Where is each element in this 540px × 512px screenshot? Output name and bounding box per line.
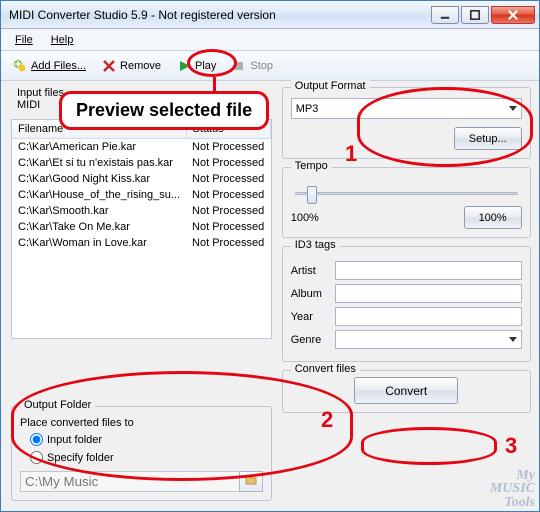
chevron-down-icon [509, 337, 517, 343]
format-select[interactable]: MP3 [291, 98, 522, 119]
id3-group: ID3 tags Artist Album Year Genre [282, 246, 531, 362]
input-files-heading: Input filesMIDI [11, 87, 272, 111]
output-path-input[interactable] [20, 471, 240, 492]
convert-legend: Convert files [291, 363, 360, 375]
output-format-legend: Output Format [291, 80, 370, 92]
menubar: File Help [1, 29, 539, 51]
output-folder-legend: Output Folder [20, 399, 95, 411]
browse-folder-button[interactable] [239, 471, 263, 492]
folder-icon [245, 474, 257, 486]
play-button[interactable]: Play [171, 56, 222, 76]
table-row[interactable]: C:\Kar\Take On Me.karNot Processed [12, 219, 270, 235]
year-input[interactable] [335, 307, 522, 326]
genre-select[interactable] [335, 330, 522, 349]
table-row[interactable]: C:\Kar\American Pie.karNot Processed [12, 139, 270, 156]
add-files-button[interactable]: Add Files... [7, 56, 92, 76]
album-label: Album [291, 288, 329, 300]
add-icon [13, 59, 27, 73]
file-list[interactable]: Filename Status C:\Kar\American Pie.karN… [11, 119, 272, 339]
artist-label: Artist [291, 265, 329, 277]
id3-legend: ID3 tags [291, 239, 340, 251]
table-row[interactable]: C:\Kar\House_of_the_rising_su...Not Proc… [12, 187, 270, 203]
maximize-button[interactable] [461, 6, 489, 24]
play-icon [177, 59, 191, 73]
tempo-reset-button[interactable]: 100% [464, 206, 522, 229]
tempo-legend: Tempo [291, 160, 332, 172]
convert-group: Convert files Convert [282, 370, 531, 413]
table-row[interactable]: C:\Kar\Smooth.karNot Processed [12, 203, 270, 219]
artist-input[interactable] [335, 261, 522, 280]
setup-button[interactable]: Setup... [454, 127, 522, 150]
app-window: MIDI Converter Studio 5.9 - Not register… [0, 0, 540, 512]
place-files-label: Place converted files to [20, 417, 263, 429]
remove-button[interactable]: Remove [96, 56, 167, 76]
convert-button[interactable]: Convert [354, 377, 458, 404]
minimize-button[interactable] [431, 6, 459, 24]
col-filename[interactable]: Filename [12, 120, 186, 139]
table-row[interactable]: C:\Kar\Woman in Love.karNot Processed [12, 235, 270, 251]
radio-specify-folder[interactable]: Specify folder [30, 450, 263, 465]
table-row[interactable]: C:\Kar\Good Night Kiss.karNot Processed [12, 171, 270, 187]
window-title: MIDI Converter Studio 5.9 - Not register… [9, 8, 431, 22]
toolbar: Add Files... Remove Play Stop [1, 51, 539, 81]
radio-input-folder[interactable]: Input folder [30, 432, 263, 447]
table-row[interactable]: C:\Kar\Et si tu n'existais pas.karNot Pr… [12, 155, 270, 171]
slider-thumb[interactable] [307, 186, 317, 204]
titlebar: MIDI Converter Studio 5.9 - Not register… [1, 1, 539, 29]
stop-button[interactable]: Stop [226, 56, 279, 76]
tempo-slider[interactable] [291, 182, 522, 204]
stop-icon [232, 59, 246, 73]
chevron-down-icon [509, 106, 517, 112]
output-folder-group: Output Folder Place converted files to I… [11, 406, 272, 501]
genre-label: Genre [291, 334, 329, 346]
output-format-group: Output Format MP3 Setup... [282, 87, 531, 159]
year-label: Year [291, 311, 329, 323]
album-input[interactable] [335, 284, 522, 303]
tempo-group: Tempo 100% 100% [282, 167, 531, 238]
menu-file[interactable]: File [7, 32, 41, 48]
remove-icon [102, 59, 116, 73]
menu-help[interactable]: Help [43, 32, 82, 48]
close-button[interactable] [491, 6, 535, 24]
col-status[interactable]: Status [186, 120, 270, 139]
tempo-value: 100% [291, 212, 319, 224]
